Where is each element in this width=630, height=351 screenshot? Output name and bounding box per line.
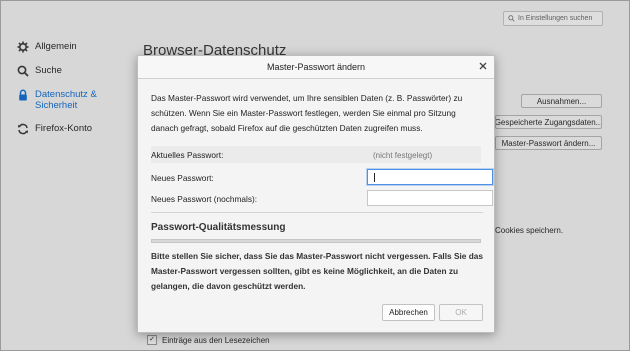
quality-meter-title: Passwort-Qualitätsmessung — [151, 222, 286, 233]
repeat-password-input[interactable] — [367, 190, 493, 206]
new-password-row: Neues Passwort: — [151, 169, 493, 186]
dialog-intro-text: Das Master-Passwort wird verwendet, um I… — [151, 93, 463, 133]
new-password-input[interactable] — [367, 169, 493, 185]
current-password-value: (nicht festgelegt) — [373, 150, 433, 160]
warning-text: Bitte stellen Sie sicher, dass Sie das M… — [151, 251, 484, 291]
dialog-title: Master-Passwort ändern — [266, 62, 366, 72]
repeat-password-row: Neues Passwort (nochmals): — [151, 190, 493, 207]
preferences-window: In Einstellungen suchen Allgemein Suche … — [0, 0, 630, 351]
divider — [151, 212, 483, 213]
ok-button[interactable]: OK — [439, 304, 483, 321]
dialog-header: Master-Passwort ändern — [138, 56, 494, 79]
new-password-label: Neues Passwort: — [151, 172, 214, 183]
repeat-password-label: Neues Passwort (nochmals): — [151, 193, 258, 204]
text-caret — [374, 172, 375, 182]
cancel-button[interactable]: Abbrechen — [382, 304, 435, 321]
current-password-label: Aktuelles Passwort: — [151, 149, 224, 160]
current-password-row: Aktuelles Passwort: (nicht festgelegt) — [151, 146, 481, 163]
quality-meter — [151, 239, 481, 243]
master-password-dialog: Master-Passwort ändern Das Master-Passwo… — [137, 55, 495, 333]
close-icon[interactable] — [478, 61, 488, 71]
